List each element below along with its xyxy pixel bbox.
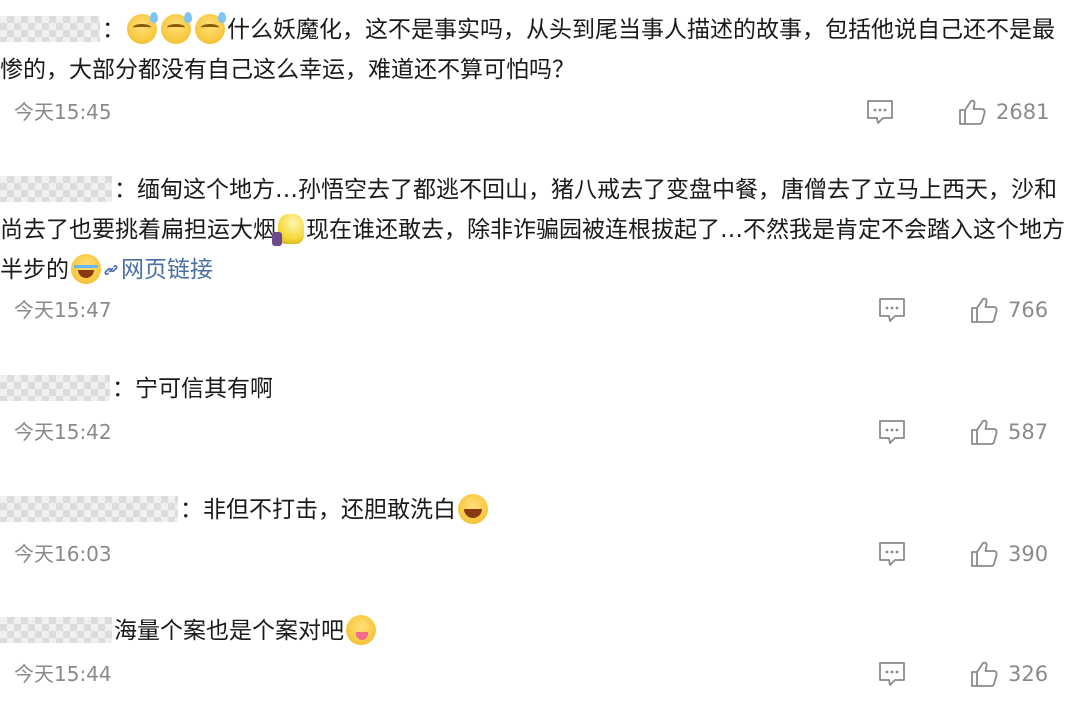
comment-text-segment: 海量个案也是个案对吧 [114,618,344,644]
comment-timestamp: 今天15:42 [14,420,112,444]
comment-text-segment: ： [102,17,125,43]
comment-text: ：缅甸这个地方…孙悟空去了都逃不回山，猪八戒去了变盘中餐，唐僧去了立马上西天，沙… [0,170,1066,292]
like-button[interactable]: 390 [970,539,1048,569]
comment-meta: 今天15:47 766 [0,295,1080,335]
thumbs-up-icon [970,296,998,324]
like-count: 326 [1008,662,1049,686]
lightbulb-emoji [272,213,304,246]
web-link[interactable]: 网页链接 [103,257,213,283]
comment-text: ：非但不打击，还胆敢洗白 [0,490,1066,530]
laughing-crying-emoji [458,493,488,524]
comment-bubble-icon[interactable] [878,541,906,567]
comment-text: ：宁可信其有啊 [0,369,1066,409]
comment-text: ：什么妖魔化，这不是事实吗，从头到尾当事人描述的故事，包括他说自己还不是最惨的，… [0,10,1066,90]
comment-bubble-icon[interactable] [878,297,906,323]
sweat-smile-emoji [127,11,158,44]
like-count: 587 [1008,420,1049,444]
crying-emoji [71,253,101,284]
comment-timestamp: 今天16:03 [14,542,112,566]
comment-bubble-icon[interactable] [866,99,894,125]
like-count: 766 [1008,298,1049,322]
link-label: 网页链接 [121,257,213,283]
comment-bubble-icon[interactable] [878,661,906,687]
thumbs-up-icon [970,418,998,446]
comment-text: 海量个案也是个案对吧 [0,611,1066,651]
comment-meta: 今天15:44 326 [0,659,1080,699]
like-button[interactable]: 587 [970,417,1048,447]
comment-text-segment: 什么妖魔化，这不是事实吗，从头到尾当事人描述的故事，包括他说自己还不是最惨的，大… [0,17,1055,83]
comment-timestamp: 今天15:47 [14,298,112,322]
like-button[interactable]: 326 [970,659,1048,689]
comment-meta: 今天15:45 2681 [0,97,1080,137]
like-button[interactable]: 2681 [958,97,1049,127]
link-icon [103,261,119,282]
comment-timestamp: 今天15:45 [14,100,112,124]
comment-meta: 今天15:42 587 [0,417,1080,457]
thumbs-up-icon [970,540,998,568]
blurred-username[interactable] [0,616,112,643]
like-button[interactable]: 766 [970,295,1048,325]
like-count: 2681 [996,100,1050,124]
blurred-username[interactable] [0,175,112,202]
like-count: 390 [1008,542,1049,566]
comment-timestamp: 今天15:44 [14,662,112,686]
blurred-username[interactable] [0,374,110,401]
yum-emoji [346,614,376,645]
comment-text-segment: ：宁可信其有啊 [112,376,273,402]
thumbs-up-icon [970,660,998,688]
blurred-username[interactable] [0,495,178,522]
sweat-smile-emoji [195,11,226,44]
comment-meta: 今天16:03 390 [0,539,1080,579]
thumbs-up-icon [958,98,986,126]
blurred-username[interactable] [0,15,100,42]
comment-bubble-icon[interactable] [878,419,906,445]
comment-text-segment: ：非但不打击，还胆敢洗白 [180,497,456,523]
sweat-smile-emoji [161,11,192,44]
